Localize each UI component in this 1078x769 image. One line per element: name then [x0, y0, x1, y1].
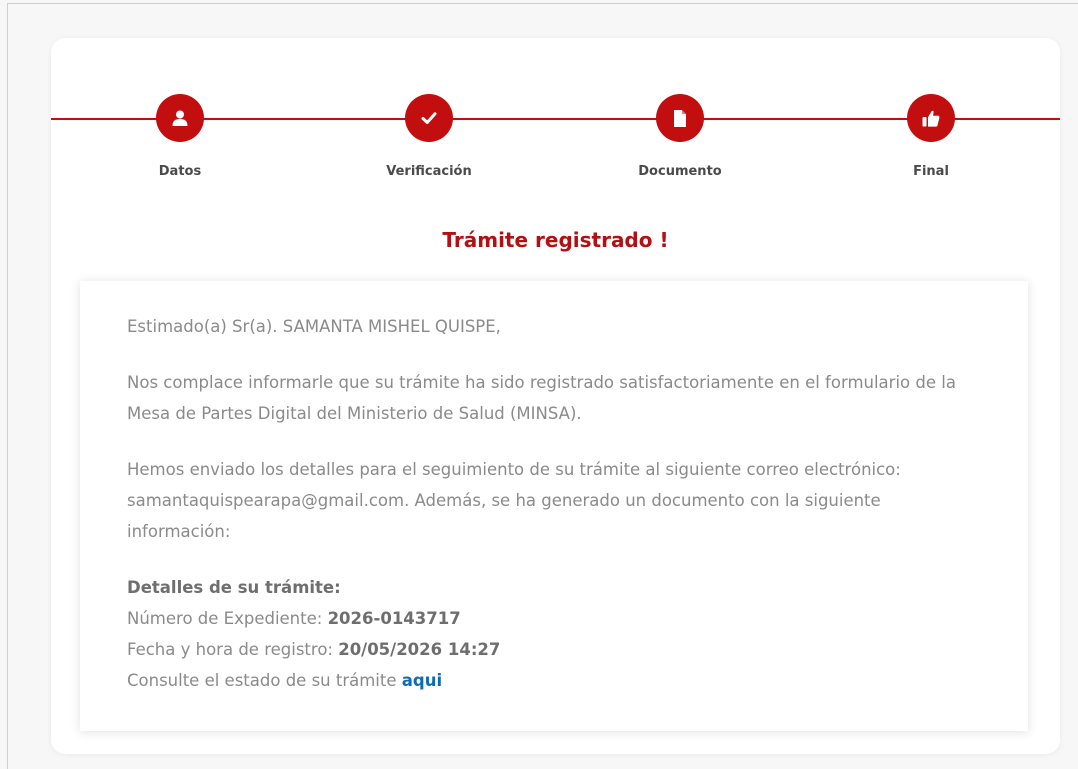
step-label-final: Final [913, 164, 949, 179]
greeting-text: Estimado(a) Sr(a). SAMANTA MISHEL QUISPE… [127, 317, 501, 336]
user-icon [172, 110, 188, 126]
details-heading: Detalles de su trámite: [127, 578, 341, 597]
confirmation-message: Estimado(a) Sr(a). SAMANTA MISHEL QUISPE… [80, 281, 1028, 731]
consulte-text: Consulte el estado de su trámite [127, 671, 402, 690]
progress-stepper: Datos Verificación Documento Final [51, 94, 1060, 204]
registration-paragraph: Nos complace informarle que su trámite h… [127, 373, 956, 423]
confirmation-card: Datos Verificación Documento Final Trámi… [51, 38, 1060, 754]
expediente-label: Número de Expediente: [127, 609, 328, 628]
step-verificacion: Verificación [349, 94, 509, 179]
status-link[interactable]: aqui [402, 671, 442, 690]
expediente-value: 2026-0143717 [327, 609, 461, 628]
step-circle-final [907, 94, 955, 142]
fecha-value: 20/05/2026 14:27 [338, 640, 501, 659]
thumbs-up-icon [922, 110, 940, 127]
page-frame: Datos Verificación Documento Final Trámi… [7, 3, 1078, 769]
details-block: Detalles de su trámite: Número de Expedi… [127, 572, 981, 696]
step-final: Final [851, 94, 1011, 179]
step-circle-verificacion [405, 94, 453, 142]
step-circle-datos [156, 94, 204, 142]
step-circle-documento [656, 94, 704, 142]
email-paragraph: Hemos enviado los detalles para el segui… [127, 460, 901, 541]
fecha-label: Fecha y hora de registro: [127, 640, 339, 659]
step-label-verificacion: Verificación [386, 164, 472, 179]
step-datos: Datos [100, 94, 260, 179]
check-icon [421, 112, 437, 124]
page-title: Trámite registrado ! [442, 228, 669, 252]
step-documento: Documento [600, 94, 760, 179]
document-icon [674, 109, 686, 127]
step-label-documento: Documento [638, 164, 722, 179]
step-label-datos: Datos [158, 164, 202, 179]
